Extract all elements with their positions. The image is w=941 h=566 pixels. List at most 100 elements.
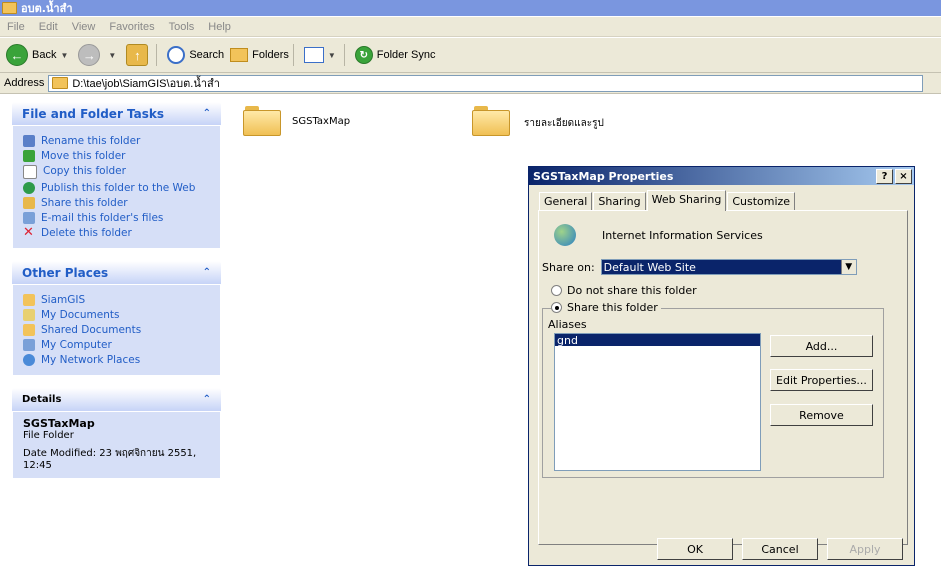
place-my-computer[interactable]: My Computer — [23, 339, 210, 351]
iis-label: Internet Information Services — [602, 228, 763, 242]
iis-header: Internet Information Services — [554, 224, 763, 246]
address-input[interactable]: D:\tae\job\SiamGIS\อบต.น้ำสำ — [48, 74, 924, 92]
other-places-title: Other Places — [22, 265, 109, 280]
folder-sync-label: Folder Sync — [376, 49, 436, 61]
dialog-tabs: General Sharing Web Sharing Customize — [539, 190, 796, 211]
globe-icon — [23, 182, 35, 194]
tab-general[interactable]: General — [539, 192, 593, 211]
folders-label: Folders — [252, 49, 289, 61]
radio-label: Do not share this folder — [567, 284, 697, 297]
task-move[interactable]: Move this folder — [23, 150, 210, 162]
details-name: SGSTaxMap — [23, 417, 95, 430]
chevron-down-icon: ▼ — [60, 50, 69, 60]
folder-sync-button[interactable]: ↻ Folder Sync — [354, 41, 436, 69]
place-shared-documents[interactable]: Shared Documents — [23, 324, 210, 336]
file-tasks-title: File and Folder Tasks — [22, 106, 165, 121]
task-pane: File and Folder Tasks ⌃ Rename this fold… — [12, 102, 221, 491]
dialog-title: SGSTaxMap Properties — [533, 169, 674, 183]
place-label: My Computer — [41, 339, 112, 351]
up-button[interactable]: ↑ — [126, 41, 152, 69]
computer-icon — [23, 339, 35, 351]
chevron-down-icon: ▼ — [327, 50, 336, 60]
share-on-select[interactable]: Default Web Site ▼ — [600, 259, 857, 275]
rename-icon — [23, 135, 35, 147]
details-header[interactable]: Details ⌃ — [12, 388, 221, 411]
back-button[interactable]: ← Back ▼ — [6, 41, 72, 69]
menu-help[interactable]: Help — [208, 21, 231, 33]
dialog-titlebar: SGSTaxMap Properties ? × — [529, 167, 914, 185]
folder-icon — [2, 2, 17, 14]
folder-label[interactable]: รายละเอียดและรูป — [524, 116, 604, 131]
task-copy[interactable]: Copy this folder — [23, 165, 210, 179]
other-places-panel: Other Places ⌃ SiamGIS My Documents Shar… — [12, 261, 221, 376]
folder-details-images[interactable] — [472, 106, 510, 136]
views-button[interactable]: ▼ — [303, 41, 340, 69]
task-label: Rename this folder — [41, 135, 141, 147]
folder-sgstaxmap[interactable] — [243, 106, 281, 136]
place-label: My Network Places — [41, 354, 141, 366]
cancel-button[interactable]: Cancel — [742, 538, 818, 560]
folders-button[interactable]: Folders — [230, 41, 289, 69]
documents-icon — [23, 309, 35, 321]
menu-tools[interactable]: Tools — [169, 21, 195, 33]
details-modified: Date Modified: 23 พฤศจิกายน 2551, 12:45 — [23, 448, 197, 471]
chevron-down-icon: ▼ — [108, 50, 117, 60]
edit-properties-button[interactable]: Edit Properties... — [770, 369, 873, 391]
toolbar-separator — [156, 44, 158, 66]
toolbar: ← Back ▼ → ▼ ↑ Search Folders ▼ ↻ Folder… — [0, 38, 941, 73]
place-label: My Documents — [41, 309, 120, 321]
help-button[interactable]: ? — [876, 168, 893, 184]
radio-label: Share this folder — [567, 301, 658, 314]
other-places-header[interactable]: Other Places ⌃ — [12, 261, 221, 284]
place-my-documents[interactable]: My Documents — [23, 309, 210, 321]
menu-bar: File Edit View Favorites Tools Help — [0, 17, 941, 37]
file-tasks-header[interactable]: File and Folder Tasks ⌃ — [12, 102, 221, 125]
menu-view[interactable]: View — [72, 21, 96, 33]
radio-share[interactable]: Share this folder — [551, 301, 661, 314]
place-my-network[interactable]: My Network Places — [23, 354, 210, 366]
collapse-icon[interactable]: ⌃ — [203, 108, 211, 119]
place-siamgis[interactable]: SiamGIS — [23, 294, 210, 306]
ok-button[interactable]: OK — [657, 538, 733, 560]
radio-circle — [551, 285, 562, 296]
share-on-label: Share on: — [542, 260, 595, 274]
web-sharing-panel: Internet Information Services Share on: … — [538, 210, 908, 545]
task-label: Share this folder — [41, 197, 128, 209]
task-delete[interactable]: ✕ Delete this folder — [23, 226, 210, 239]
share-group: Aliases gnd Add... Edit Properties... Re… — [542, 308, 884, 478]
collapse-icon[interactable]: ⌃ — [203, 267, 211, 278]
tab-customize[interactable]: Customize — [727, 192, 796, 211]
radio-do-not-share[interactable]: Do not share this folder — [551, 284, 697, 297]
task-share[interactable]: Share this folder — [23, 197, 210, 209]
task-publish[interactable]: Publish this folder to the Web — [23, 182, 210, 194]
share-on-row: Share on: Default Web Site ▼ — [542, 259, 857, 275]
remove-button[interactable]: Remove — [770, 404, 873, 426]
place-label: Shared Documents — [41, 324, 142, 336]
file-tasks-panel: File and Folder Tasks ⌃ Rename this fold… — [12, 102, 221, 249]
task-rename[interactable]: Rename this folder — [23, 135, 210, 147]
menu-favorites[interactable]: Favorites — [109, 21, 154, 33]
details-title: Details — [22, 393, 62, 405]
alias-item[interactable]: gnd — [555, 334, 760, 347]
network-icon — [23, 354, 35, 366]
aliases-list[interactable]: gnd — [554, 333, 761, 471]
close-button[interactable]: × — [895, 168, 912, 184]
task-email[interactable]: E-mail this folder's files — [23, 212, 210, 224]
search-button[interactable]: Search — [167, 41, 224, 69]
forward-button[interactable]: → ▼ — [78, 41, 120, 69]
share-icon — [23, 197, 35, 209]
tab-sharing[interactable]: Sharing — [593, 192, 646, 211]
folder-up-icon: ↑ — [126, 44, 149, 66]
copy-icon — [23, 165, 37, 179]
tab-web-sharing[interactable]: Web Sharing — [646, 190, 727, 211]
chevron-down-icon[interactable]: ▼ — [840, 260, 856, 274]
details-panel: Details ⌃ SGSTaxMap File Folder Date Mod… — [12, 388, 221, 479]
folder-label[interactable]: SGSTaxMap — [292, 116, 350, 127]
task-label: Publish this folder to the Web — [41, 182, 196, 194]
iis-globe-icon — [554, 224, 576, 246]
apply-button[interactable]: Apply — [827, 538, 903, 560]
menu-file[interactable]: File — [7, 21, 25, 33]
menu-edit[interactable]: Edit — [39, 21, 58, 33]
add-button[interactable]: Add... — [770, 335, 873, 357]
collapse-icon[interactable]: ⌃ — [203, 394, 211, 406]
